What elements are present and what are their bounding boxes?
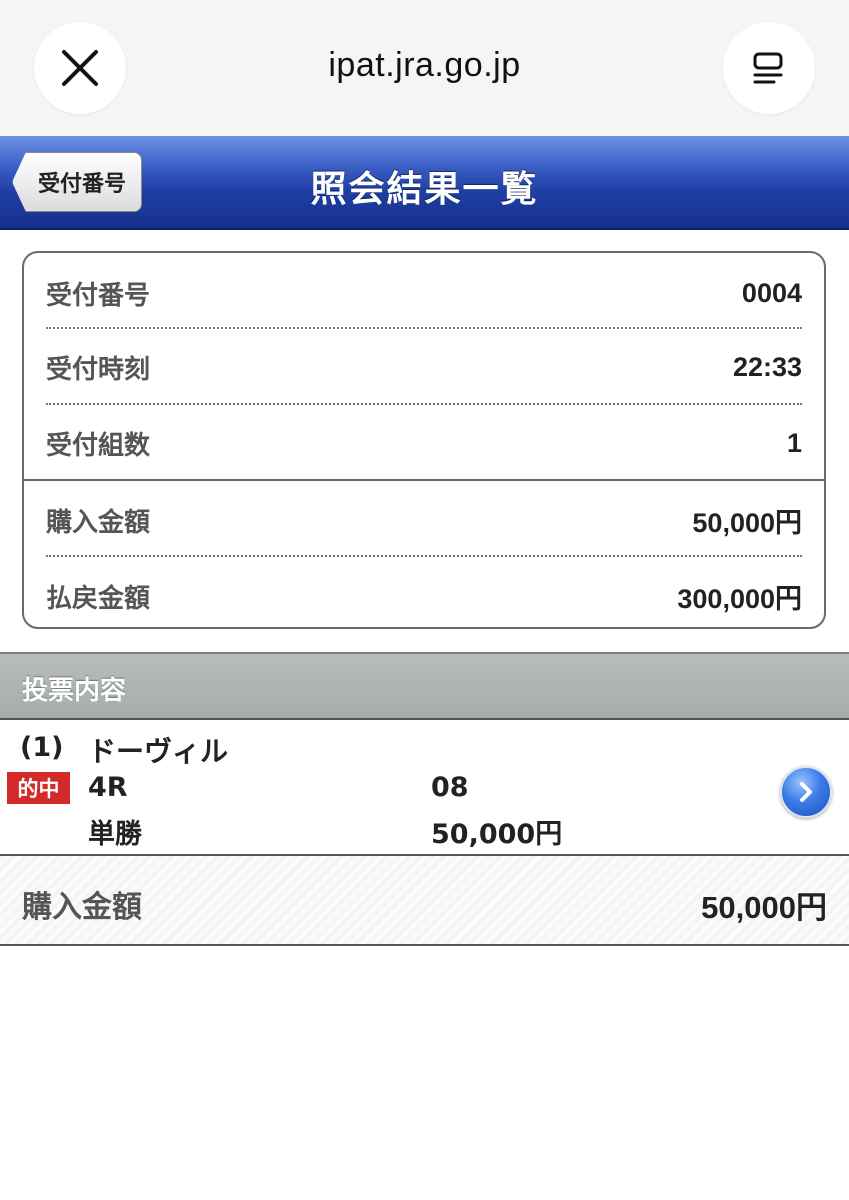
bet-index: (1): [20, 732, 64, 763]
summary-row-payout-amount: 払戻金額 300,000円: [46, 577, 802, 616]
summary-label: 払戻金額: [46, 584, 151, 614]
summary-card: 受付番号 0004 受付時刻 22:33 受付組数 1 購入金額 50,000円…: [22, 251, 826, 629]
summary-value: 1: [786, 428, 802, 458]
bet-selection: 08: [431, 772, 469, 803]
row-divider: [46, 555, 802, 557]
section-divider: [24, 479, 824, 481]
app-header: 受付番号 照会結果一覧: [0, 136, 849, 230]
bet-amount: 50,000円: [431, 819, 563, 850]
summary-label: 購入金額: [46, 508, 151, 538]
section-title: 投票内容: [22, 676, 127, 706]
bets-section-header: 投票内容: [0, 652, 849, 720]
row-divider: [46, 403, 802, 405]
total-value: 50,000円: [701, 890, 827, 925]
bet-list-item[interactable]: (1) ドーヴィル 的中 4R 08 単勝 50,000円: [0, 720, 849, 854]
url-bar[interactable]: ipat.jra.go.jp: [0, 46, 849, 85]
summary-label: 受付組数: [46, 431, 151, 461]
bet-venue: ドーヴィル: [88, 735, 229, 768]
summary-row-receipt-time: 受付時刻 22:33: [46, 349, 802, 386]
summary-row-purchase-amount: 購入金額 50,000円: [46, 501, 802, 540]
bet-race: 4R: [88, 772, 128, 803]
chevron-right-icon: [800, 782, 812, 802]
tab-menu-icon: [753, 52, 783, 84]
summary-value: 0004: [741, 278, 802, 308]
summary-label: 受付番号: [46, 281, 151, 311]
tab-menu-button[interactable]: [723, 22, 815, 114]
row-divider: [46, 327, 802, 329]
total-label: 購入金額: [22, 890, 142, 925]
bet-type: 単勝: [88, 819, 142, 850]
summary-label: 受付時刻: [46, 355, 151, 385]
hit-badge: 的中: [7, 772, 70, 804]
page-title: 照会結果一覧: [310, 169, 539, 210]
summary-value: 22:33: [732, 352, 802, 382]
summary-value: 50,000円: [692, 508, 802, 538]
summary-row-receipt-number: 受付番号 0004: [46, 275, 802, 312]
browser-toolbar: ipat.jra.go.jp: [0, 0, 849, 136]
total-row: 購入金額 50,000円: [0, 854, 849, 946]
summary-value: 300,000円: [677, 584, 802, 614]
summary-row-set-count: 受付組数 1: [46, 425, 802, 462]
detail-arrow-button[interactable]: [780, 766, 832, 818]
